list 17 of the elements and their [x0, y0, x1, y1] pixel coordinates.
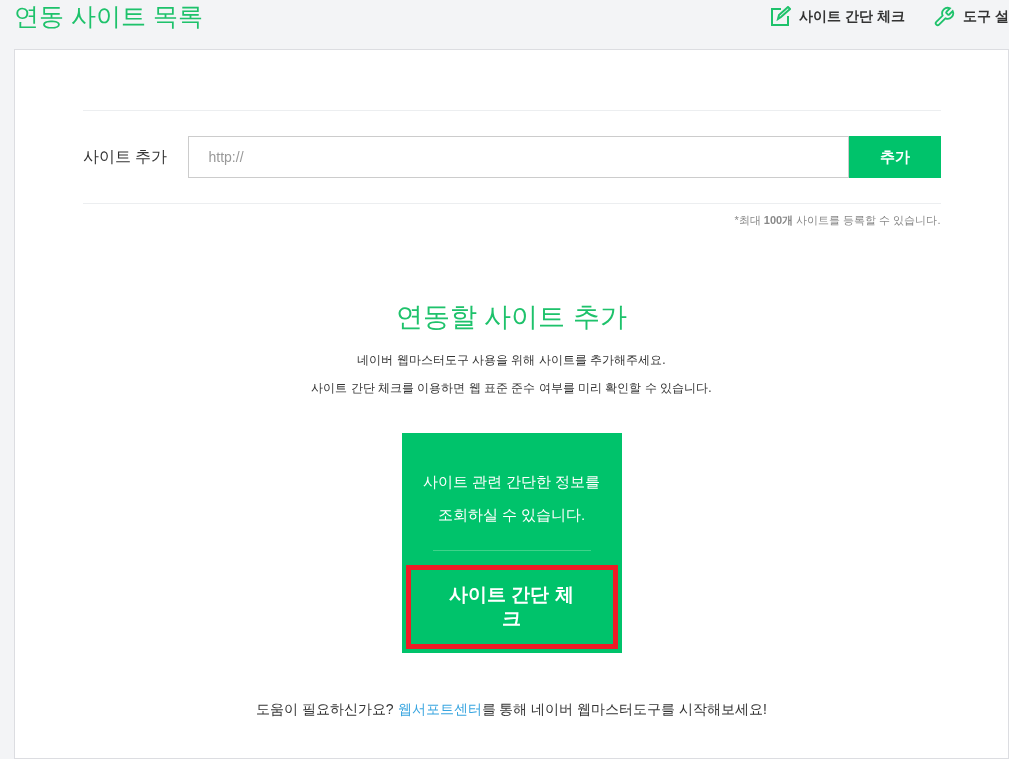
- card-text: 조회하실 수 있습니다.: [437, 504, 586, 525]
- intro-text: 네이버 웹마스터도구 사용을 위해 사이트를 추가해주세요.: [357, 352, 666, 369]
- card-text: 사이트 관련 간단한 정보를: [422, 472, 601, 492]
- add-site-label: 사이트 추가: [82, 147, 168, 167]
- limit-note: *최대 100개 사이트를 등록할 수 있습니다.: [734, 213, 941, 228]
- page-title: 연동 사이트 목록: [14, 4, 203, 29]
- help-text: 도움이 필요하신가요? 웹서포트센터 를 통해 네이버 웹마스터도구를 시작해보세요!: [256, 700, 767, 719]
- header-link[interactable]: 사이트 간단 체크: [769, 5, 906, 28]
- wrench-icon: [933, 5, 956, 28]
- site-check-button[interactable]: 사이트 간단 체크: [405, 565, 618, 649]
- edit-icon: [769, 5, 792, 28]
- support-center-link[interactable]: 웹서포트센터: [397, 701, 482, 717]
- header-link[interactable]: 도구 설: [933, 5, 1009, 28]
- section-title: 연동할 사이트 추가: [396, 300, 627, 334]
- add-button[interactable]: 추가: [848, 136, 941, 178]
- intro-text: 사이트 간단 체크를 이용하면 웹 표준 준수 여부를 미리 확인할 수 있습니다.: [311, 380, 712, 397]
- url-input-field[interactable]: http://: [187, 136, 849, 178]
